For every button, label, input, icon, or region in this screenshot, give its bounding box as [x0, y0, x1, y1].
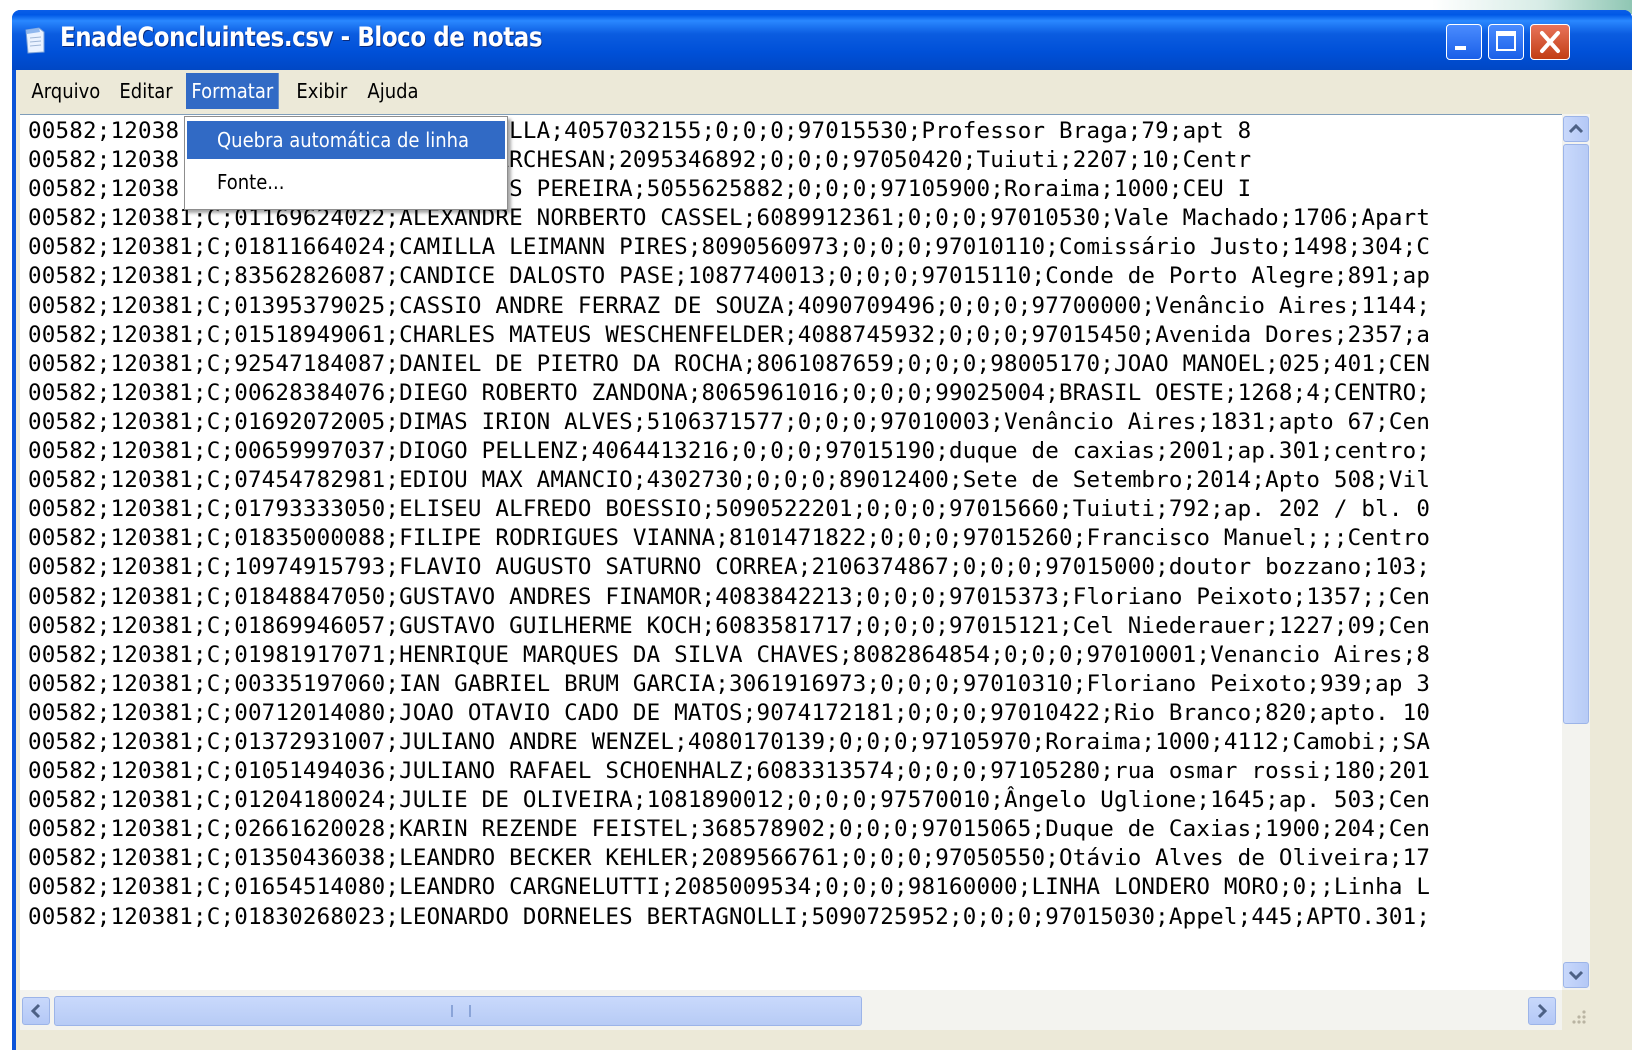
- menu-item-font[interactable]: Fonte...: [187, 163, 505, 201]
- text-line: 00582;120381;C;01811664024;CAMILLA LEIMA…: [28, 234, 1431, 261]
- scroll-right-button[interactable]: [1528, 997, 1556, 1025]
- text-line: 00582;120381;C;00628384076;DIEGO ROBERTO…: [28, 379, 1431, 406]
- horizontal-scrollbar[interactable]: [20, 990, 1562, 1030]
- text-line: 00582;120381;C;01848847050;GUSTAVO ANDRE…: [28, 583, 1431, 610]
- scroll-left-button[interactable]: [22, 997, 50, 1025]
- maximize-icon: [1496, 31, 1516, 51]
- menu-item-font-label: Fonte...: [217, 170, 285, 194]
- menu-ajuda[interactable]: Ajuda: [362, 73, 424, 109]
- vertical-scroll-thumb[interactable]: [1563, 144, 1589, 724]
- text-line: 00582;120381;C;01692072005;DIMAS IRION A…: [28, 408, 1431, 435]
- notepad-window: EnadeConcluintes.csv - Bloco de notas Ar…: [12, 10, 1632, 1050]
- menu-item-word-wrap[interactable]: Quebra automática de linha: [187, 121, 505, 159]
- text-line: 00582;120381;C;01395379025;CASSIO ANDRE …: [28, 292, 1431, 319]
- text-line: 00582;120381;C;07454782981;EDIOU MAX AMA…: [28, 467, 1431, 494]
- text-line: 00582;120381;C;01654514080;LEANDRO CARGN…: [28, 874, 1431, 901]
- text-line: 00582;120381;C;83562826087;CANDICE DALOS…: [28, 263, 1431, 290]
- text-line: 00582;120381;C;01204180024;JULIE DE OLIV…: [28, 787, 1431, 814]
- text-line: 00582;120381;C;01518949061;CHARLES MATEU…: [28, 321, 1431, 348]
- horizontal-scroll-thumb[interactable]: [54, 996, 862, 1026]
- text-line: 00582;120381;C;00712014080;JOAO OTAVIO C…: [28, 699, 1431, 726]
- close-icon: [1540, 31, 1560, 53]
- resize-grip[interactable]: [1562, 990, 1590, 1030]
- text-line: 00582;120381;C;01793333050;ELISEU ALFRED…: [28, 496, 1431, 523]
- menu-bar: Arquivo Editar Formatar Exibir Ajuda: [16, 70, 1632, 112]
- text-content: 00582;12038 ;C;0183 N JOSE RAMBO PILLA;4…: [28, 117, 1430, 932]
- minimize-icon: [1455, 46, 1466, 50]
- scroll-down-button[interactable]: [1563, 962, 1589, 988]
- text-line: 00582;120381;C;92547184087;DANIEL DE PIE…: [28, 350, 1431, 377]
- scroll-up-button[interactable]: [1563, 116, 1589, 142]
- menu-formatar[interactable]: Formatar: [186, 73, 279, 109]
- menu-arquivo[interactable]: Arquivo: [26, 73, 106, 109]
- text-editor[interactable]: 00582;12038 ;C;0183 N JOSE RAMBO PILLA;4…: [20, 114, 1562, 991]
- chevron-down-icon: [1568, 970, 1584, 981]
- menu-editar[interactable]: Editar: [114, 73, 178, 109]
- chevron-left-icon: [30, 1003, 41, 1019]
- text-line: 00582;120381;C;02661620028;KARIN REZENDE…: [28, 816, 1431, 843]
- minimize-button[interactable]: [1446, 24, 1482, 60]
- text-line: 00582;120381;C;01830268023;LEONARDO DORN…: [28, 903, 1431, 930]
- menu-exibir[interactable]: Exibir: [291, 73, 353, 109]
- title-bar[interactable]: EnadeConcluintes.csv - Bloco de notas: [12, 10, 1632, 70]
- vertical-scrollbar[interactable]: [1562, 114, 1590, 990]
- window-title: EnadeConcluintes.csv - Bloco de notas: [60, 22, 543, 53]
- menu-item-word-wrap-label: Quebra automática de linha: [217, 128, 470, 152]
- maximize-button[interactable]: [1488, 24, 1524, 60]
- notepad-icon[interactable]: [24, 26, 46, 54]
- chevron-right-icon: [1537, 1003, 1548, 1019]
- resize-grip-icon: [1572, 1010, 1586, 1024]
- formatar-dropdown-menu: Quebra automática de linha Fonte...: [184, 116, 508, 210]
- window-client-area: Arquivo Editar Formatar Exibir Ajuda 005…: [16, 70, 1632, 1050]
- chevron-up-icon: [1568, 123, 1584, 134]
- text-line: 00582;120381;C;01835000088;FILIPE RODRIG…: [28, 525, 1431, 552]
- text-line: 00582;120381;C;00335197060;IAN GABRIEL B…: [28, 670, 1431, 697]
- text-line: 00582;120381;C;01981917071;HENRIQUE MARQ…: [28, 641, 1431, 668]
- close-button[interactable]: [1530, 24, 1570, 60]
- text-line: 00582;120381;C;01869946057;GUSTAVO GUILH…: [28, 612, 1431, 639]
- text-line: 00582;120381;C;00659997037;DIOGO PELLENZ…: [28, 438, 1431, 465]
- text-line: 00582;120381;C;01350436038;LEANDRO BECKE…: [28, 845, 1431, 872]
- text-line: 00582;120381;C;01372931007;JULIANO ANDRE…: [28, 728, 1431, 755]
- text-line: 00582;120381;C;01051494036;JULIANO RAFAE…: [28, 758, 1431, 785]
- grip-icon: [451, 1005, 471, 1017]
- text-line: 00582;120381;C;10974915793;FLAVIO AUGUST…: [28, 554, 1431, 581]
